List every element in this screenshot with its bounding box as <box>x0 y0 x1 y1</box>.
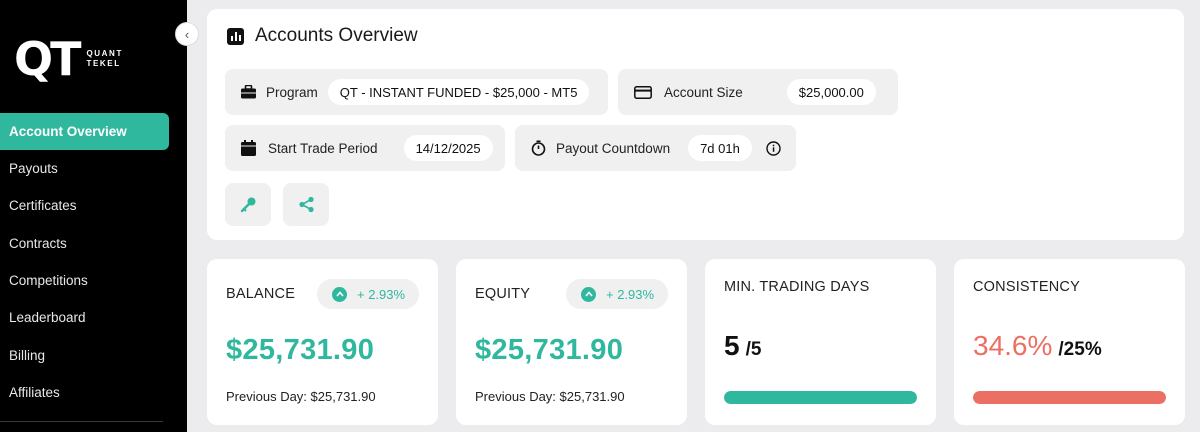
sidebar-item-certificates[interactable]: Certificates <box>0 187 187 224</box>
sidebar-item-payouts[interactable]: Payouts <box>0 150 187 187</box>
briefcase-icon <box>241 85 256 99</box>
key-icon <box>240 197 255 213</box>
calendar-icon <box>241 140 256 156</box>
balance-change-value: + 2.93% <box>357 286 406 302</box>
consistency-title: CONSISTENCY <box>973 279 1080 295</box>
min-trading-days-target: /5 <box>745 339 762 360</box>
consistency-card: CONSISTENCY 34.6% /25% <box>954 259 1185 425</box>
share-icon <box>298 196 314 213</box>
balance-previous-day: Previous Day: $25,731.90 <box>226 389 376 404</box>
logo-mark: QT <box>14 32 82 86</box>
chevron-left-icon: ‹ <box>184 26 190 42</box>
start-trade-period-field: Start Trade Period 14/12/2025 <box>225 125 505 171</box>
sidebar-item-affiliates[interactable]: Affiliates <box>0 374 187 411</box>
credentials-button[interactable] <box>225 183 271 226</box>
min-trading-days-card: MIN. TRADING DAYS 5 /5 <box>705 259 936 425</box>
consistency-progress <box>973 391 1166 404</box>
min-trading-days-ratio: 5 /5 <box>724 330 761 362</box>
credit-card-icon <box>634 85 652 99</box>
equity-card: EQUITY + 2.93% $25,731.90 Previous Day: … <box>456 259 687 425</box>
stopwatch-icon <box>531 140 546 156</box>
min-trading-days-title: MIN. TRADING DAYS <box>724 279 870 295</box>
program-label: Program <box>266 84 318 100</box>
equity-change-badge: + 2.93% <box>566 279 669 309</box>
consistency-value: 34.6% <box>973 330 1053 361</box>
bar-chart-icon <box>227 27 244 45</box>
sidebar-item-billing[interactable]: Billing <box>0 336 187 373</box>
account-size-value: $25,000.00 <box>786 79 876 105</box>
payout-countdown-label: Payout Countdown <box>556 140 671 156</box>
page-title: Accounts Overview <box>255 25 418 46</box>
sidebar-item-contracts[interactable]: Contracts <box>0 225 187 262</box>
share-button[interactable] <box>283 183 329 226</box>
account-size-label: Account Size <box>664 84 743 100</box>
equity-change-value: + 2.93% <box>606 286 655 302</box>
sidebar-item-account-overview[interactable]: Account Overview <box>0 113 169 150</box>
logo-line-2: TEKEL <box>86 59 121 68</box>
sidebar: QT QUANT TEKEL Account Overview Payouts … <box>0 0 187 432</box>
equity-title: EQUITY <box>475 286 531 302</box>
overview-header: Accounts Overview <box>227 25 418 47</box>
arrow-up-icon <box>332 286 347 302</box>
min-trading-days-value: 5 <box>724 330 740 361</box>
sidebar-divider <box>0 421 163 422</box>
accounts-overview-card: Accounts Overview Program QT - INSTANT F… <box>207 9 1184 240</box>
equity-value: $25,731.90 <box>475 334 624 366</box>
info-icon[interactable] <box>766 140 781 156</box>
equity-previous-day: Previous Day: $25,731.90 <box>475 389 625 404</box>
consistency-ratio: 34.6% /25% <box>973 330 1102 362</box>
consistency-progress-fill <box>973 391 1166 404</box>
sidebar-item-leaderboard[interactable]: Leaderboard <box>0 299 187 336</box>
min-trading-days-progress-fill <box>724 391 917 404</box>
sidebar-collapse-button[interactable]: ‹ <box>175 22 199 46</box>
payout-countdown-field: Payout Countdown 7d 01h <box>515 125 796 171</box>
sidebar-item-competitions[interactable]: Competitions <box>0 262 187 299</box>
min-trading-days-progress <box>724 391 917 404</box>
brand-logo[interactable]: QT QUANT TEKEL <box>14 36 123 82</box>
balance-value: $25,731.90 <box>226 334 375 366</box>
balance-title: BALANCE <box>226 286 296 302</box>
start-trade-label: Start Trade Period <box>268 140 378 156</box>
logo-wordmark: QUANT TEKEL <box>86 49 122 69</box>
account-size-field: Account Size $25,000.00 <box>618 69 898 115</box>
start-trade-value: 14/12/2025 <box>403 135 493 161</box>
arrow-up-icon <box>581 286 596 302</box>
consistency-target: /25% <box>1058 339 1102 360</box>
balance-change-badge: + 2.93% <box>317 279 420 309</box>
sidebar-nav: Account Overview Payouts Certificates Co… <box>0 113 187 411</box>
logo-line-1: QUANT <box>86 49 123 58</box>
program-field: Program QT - INSTANT FUNDED - $25,000 - … <box>225 69 608 115</box>
balance-card: BALANCE + 2.93% $25,731.90 Previous Day:… <box>207 259 438 425</box>
payout-countdown-value: 7d 01h <box>688 135 752 161</box>
program-value: QT - INSTANT FUNDED - $25,000 - MT5 <box>327 79 590 105</box>
